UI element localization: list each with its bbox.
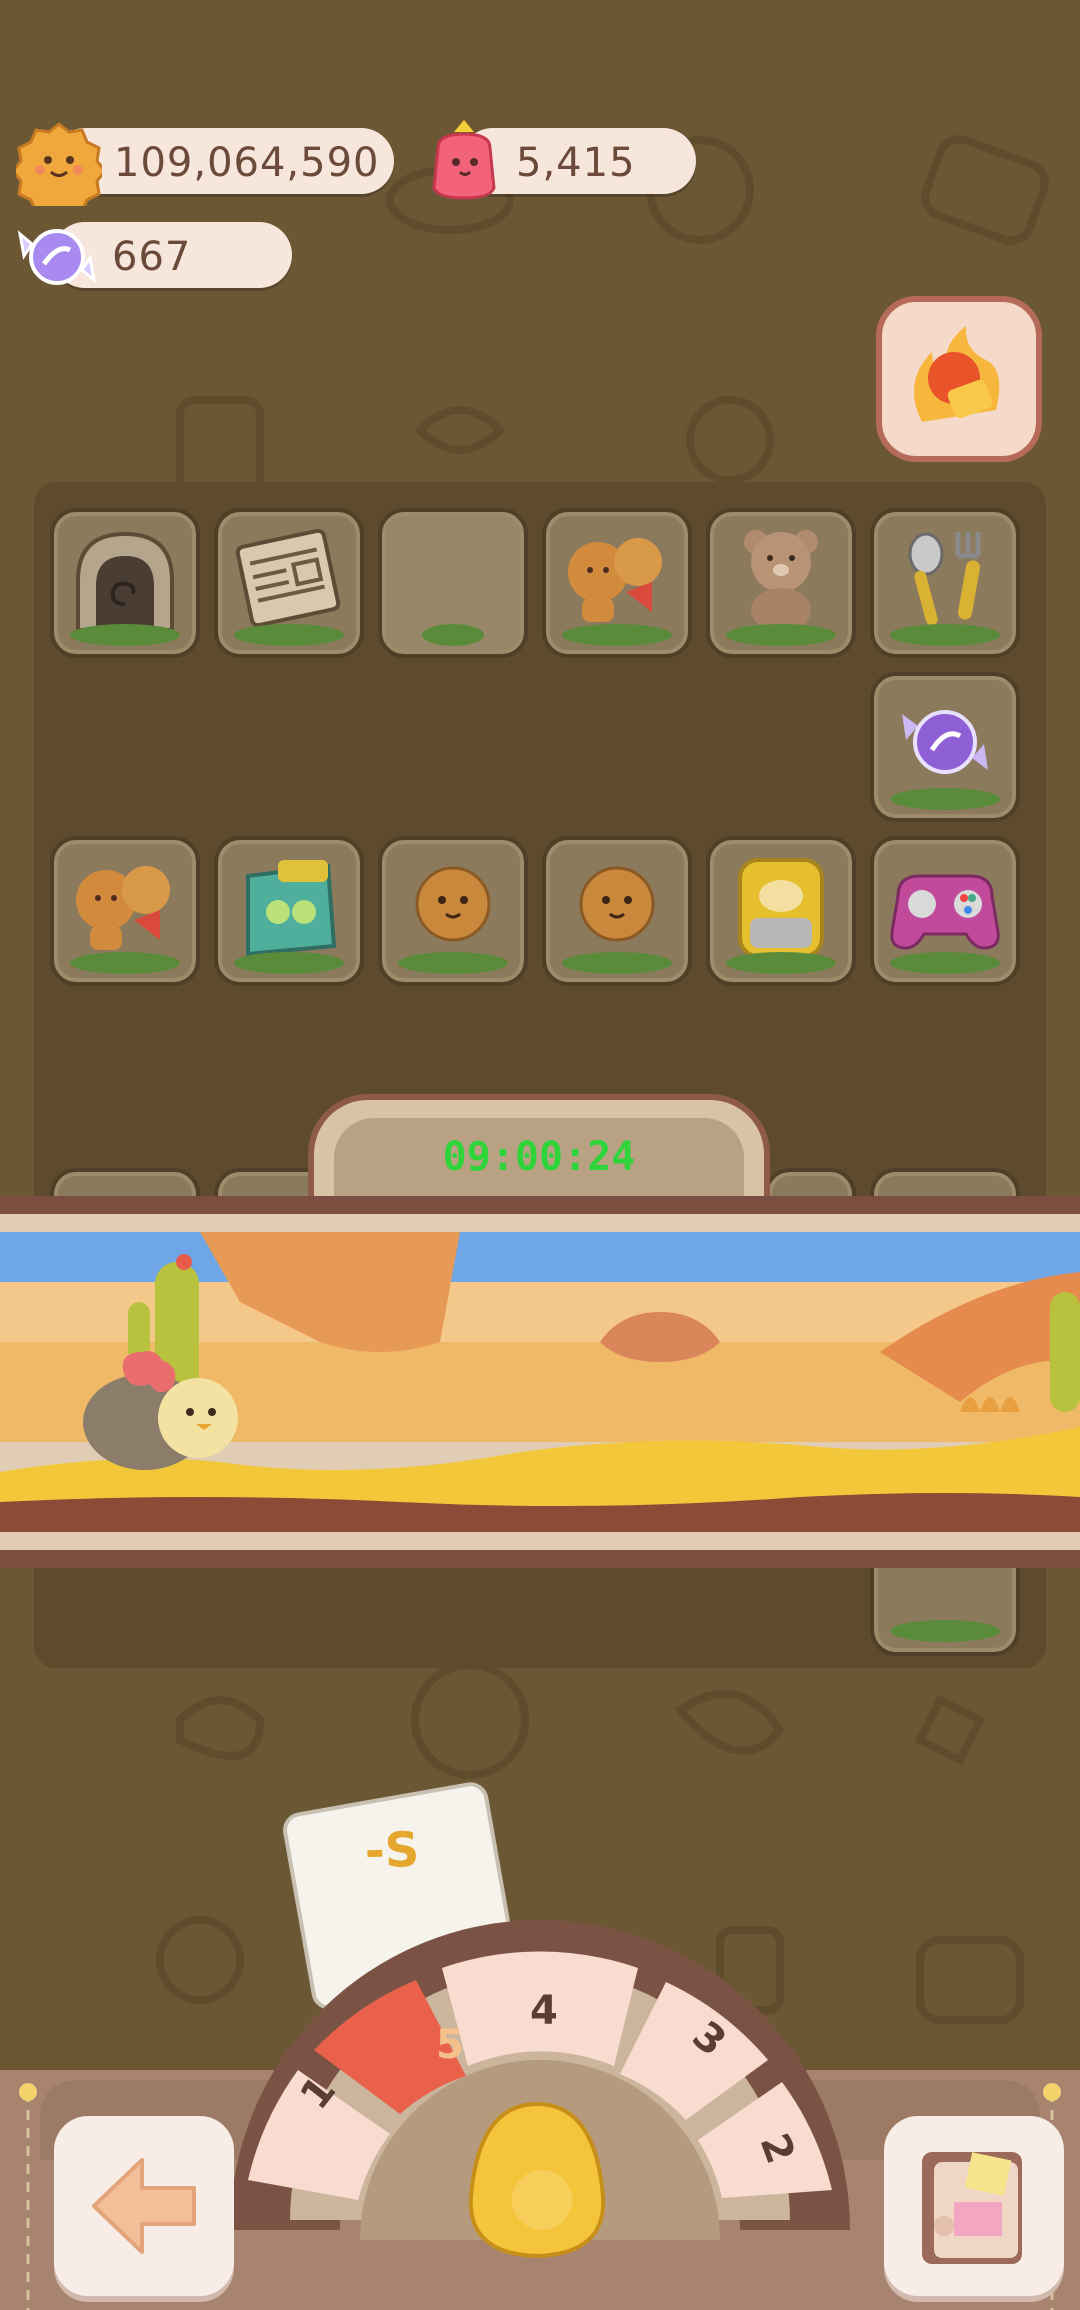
tile-spoon-fork[interactable]: [870, 508, 1020, 658]
tile-green-monster[interactable]: [214, 836, 364, 986]
desert-banner: [0, 1196, 1080, 1568]
back-button[interactable]: [54, 2116, 234, 2296]
tile-teddy-bear[interactable]: [706, 508, 856, 658]
tile-bottom-6[interactable]: [870, 1564, 1020, 1656]
boost-button[interactable]: [876, 296, 1042, 462]
candy-count: 667: [112, 234, 192, 280]
timer-countdown: 09:00:24: [442, 1134, 636, 1180]
tile-gold-pig-box[interactable]: [706, 836, 856, 986]
tile-cookie-2[interactable]: [542, 836, 692, 986]
order-card-label: -S: [363, 1821, 421, 1880]
recipe-book-button[interactable]: [884, 2116, 1064, 2296]
fire-ticket-icon: [914, 326, 1000, 422]
desert-scene: [0, 1232, 1080, 1532]
tile-cookie-megaphone[interactable]: [542, 508, 692, 658]
tile-gamepad[interactable]: [870, 836, 1020, 986]
back-arrow-icon: [92, 2158, 196, 2254]
cookie-currency-pill: 109,064,590: [52, 128, 394, 194]
recipe-book-icon: [922, 2152, 1022, 2264]
tile-purple-candy[interactable]: [870, 672, 1020, 822]
tile-cookie-1[interactable]: [378, 836, 528, 986]
jelly-count: 5,415: [516, 140, 636, 186]
tile-cave-portal[interactable]: [50, 508, 200, 658]
egg-icon[interactable]: [462, 2096, 612, 2262]
wheel-label-4: 4: [530, 1988, 558, 2034]
candy-icon: [17, 229, 97, 285]
jelly-icon: [432, 120, 496, 200]
cookie-count: 109,064,590: [114, 140, 380, 186]
wheel-label-5: 5: [436, 2022, 464, 2068]
tile-newspaper[interactable]: [214, 508, 364, 658]
tile-empty[interactable]: [378, 508, 528, 658]
cookie-icon: [16, 122, 102, 206]
tile-cookie-megaphone-2[interactable]: [50, 836, 200, 986]
